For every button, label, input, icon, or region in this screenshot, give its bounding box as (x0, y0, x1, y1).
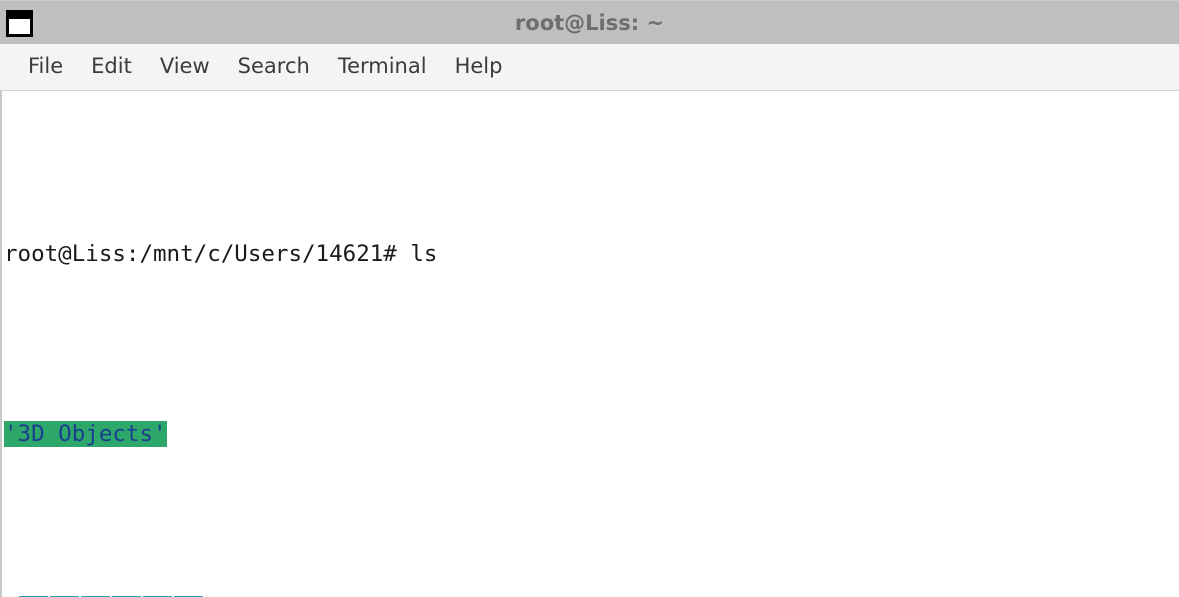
terminal-text-buffer: root@Liss:/mnt/c/Users/14621# ls '3D Obj… (2, 91, 1179, 597)
menu-item-terminal[interactable]: Terminal (324, 51, 441, 83)
menu-item-help[interactable]: Help (441, 51, 517, 83)
title-bar[interactable]: root@Liss: ~ (0, 0, 1179, 44)
terminal-window-icon[interactable] (6, 10, 33, 37)
terminal-window: root@Liss: ~ File Edit View Search Termi… (0, 0, 1179, 597)
terminal-screen[interactable]: root@Liss:/mnt/c/Users/14621# ls '3D Obj… (0, 91, 1179, 597)
menu-item-search[interactable]: Search (224, 51, 324, 83)
menu-bar: File Edit View Search Terminal Help (0, 44, 1179, 91)
terminal-line-3d-objects: '3D Objects' (4, 416, 1179, 452)
menu-item-edit[interactable]: Edit (77, 51, 146, 83)
terminal-line-prompt: root@Liss:/mnt/c/Users/14621# ls (4, 236, 1179, 272)
shell-prompt: root@Liss:/mnt/c/Users/14621# (4, 241, 411, 267)
window-title: root@Liss: ~ (514, 10, 665, 35)
menu-item-view[interactable]: View (146, 51, 224, 83)
list-item-3d-objects: '3D Objects' (4, 421, 167, 447)
menu-item-file[interactable]: File (14, 51, 77, 83)
shell-command: ls (410, 241, 438, 267)
